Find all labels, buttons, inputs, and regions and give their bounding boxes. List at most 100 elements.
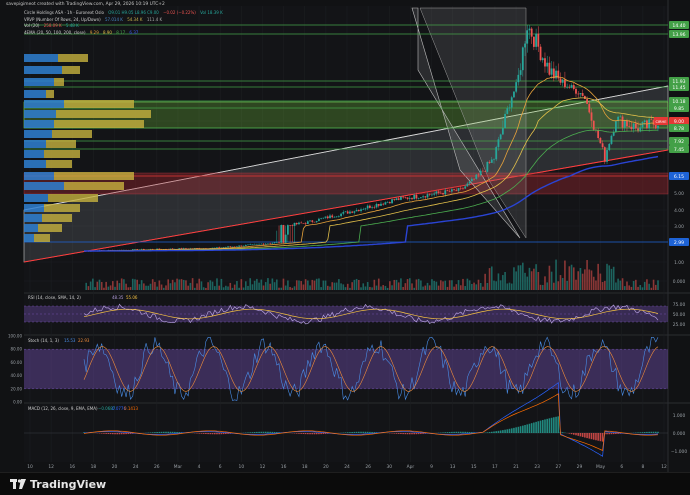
ema-50: 8.90 xyxy=(103,30,112,35)
volume-bar xyxy=(595,280,597,290)
time-axis-tick: 20 xyxy=(323,464,329,470)
volume-bar xyxy=(176,279,178,290)
volume-bar xyxy=(108,287,110,290)
candle-body xyxy=(356,210,358,211)
candle-body xyxy=(613,132,615,136)
volume-bar xyxy=(393,280,395,290)
candle-body xyxy=(322,218,324,219)
chart-canvas[interactable]: 14.4013.9611.9311.4510.189.859.008.787.9… xyxy=(0,0,690,472)
volume-bar xyxy=(644,282,646,290)
macd-histogram-bar xyxy=(398,433,400,434)
candle-body xyxy=(336,216,338,217)
volume-bar xyxy=(577,271,579,290)
candle-body xyxy=(227,246,229,247)
macd-histogram-bar xyxy=(544,419,546,433)
candle-body xyxy=(506,108,508,114)
candle-body xyxy=(509,107,511,108)
volume-bar xyxy=(542,285,544,290)
volume-bar xyxy=(555,260,557,290)
vrvp-bar-up xyxy=(24,214,42,222)
macd-histogram-bar xyxy=(201,433,203,434)
macd-histogram-bar xyxy=(298,433,300,434)
candle-body xyxy=(265,244,267,245)
volume-bar xyxy=(238,288,240,290)
macd-histogram-bar xyxy=(413,433,415,434)
candle-body xyxy=(422,196,424,197)
volume-bar xyxy=(389,281,391,290)
candle-body xyxy=(535,34,537,47)
time-axis-tick: 8 xyxy=(641,464,644,470)
candle-body xyxy=(385,202,387,204)
ema-20: 9.29 xyxy=(90,30,99,35)
volume-bar xyxy=(380,286,382,290)
volume-bar xyxy=(367,282,369,290)
legend-ema-row[interactable]: 4EMA (20, 50, 100, 200, close) 9.29 8.90… xyxy=(24,30,226,37)
volume-bar xyxy=(442,281,444,290)
macd-histogram-bar xyxy=(595,433,597,440)
vrvp-bar-up xyxy=(24,182,64,190)
volume-bar xyxy=(551,272,553,290)
volume-bar xyxy=(287,280,289,290)
macd-signal-value: 0.1413 xyxy=(124,406,138,411)
candle-body xyxy=(334,217,336,218)
volume-bar xyxy=(515,271,517,290)
candle-body xyxy=(571,85,573,88)
candle-body xyxy=(287,225,289,235)
candle-body xyxy=(345,211,347,212)
volume-bar xyxy=(221,279,223,290)
candle-body xyxy=(533,37,535,47)
legend-vrvp-row[interactable]: VRVP (Number Of Rows, 24, Up/Down) 57.01… xyxy=(24,17,226,24)
volume-bar xyxy=(150,284,152,290)
volume-bar xyxy=(139,284,141,290)
volume-bar xyxy=(458,280,460,290)
volume-bar xyxy=(103,288,105,290)
macd-histogram-bar xyxy=(358,432,360,433)
macd-histogram-bar xyxy=(533,423,535,433)
symbol-name: Circle Holdings ASA · 1h · Euronext Oslo xyxy=(24,10,104,15)
volume-bar xyxy=(249,278,251,290)
legend-main-row[interactable]: Circle Holdings ASA · 1h · Euronext Oslo… xyxy=(24,10,226,17)
macd-histogram-bar xyxy=(216,433,218,434)
candle-body xyxy=(478,175,480,176)
macd-histogram-bar xyxy=(150,432,152,433)
candle-body xyxy=(526,30,528,43)
vrvp-bar-up xyxy=(24,224,38,232)
macd-histogram-bar xyxy=(249,432,251,433)
candle-body xyxy=(387,202,389,203)
macd-histogram-bar xyxy=(542,420,544,433)
volume-bar xyxy=(509,283,511,290)
candle-body xyxy=(522,47,524,70)
macd-histogram-bar xyxy=(531,423,533,433)
tradingview-logo[interactable]: TradingView xyxy=(10,478,106,491)
candle-body xyxy=(411,198,413,199)
macd-histogram-bar xyxy=(569,433,571,434)
macd-histogram-bar xyxy=(580,433,582,436)
volume-bar xyxy=(653,280,655,290)
stoch-label: Stoch (14, 1, 3) xyxy=(28,338,59,343)
candle-body xyxy=(376,204,378,207)
price-axis-tick: 1.00 xyxy=(674,260,684,266)
candle-body xyxy=(289,225,291,226)
macd-histogram-bar xyxy=(411,433,413,434)
vrvp-down: 54.34 K xyxy=(127,17,142,22)
candle-body xyxy=(327,217,329,219)
volume-bar xyxy=(145,286,147,290)
volume-bar xyxy=(256,279,258,290)
stoch-axis-tick: 40.00 xyxy=(11,373,23,378)
volume-bar xyxy=(210,280,212,290)
macd-histogram-bar xyxy=(152,432,154,433)
legend-vol-row[interactable]: Vol (20) 258.09 K 5.48 K xyxy=(24,23,226,30)
macd-axis-tick: 1.000 xyxy=(673,413,686,419)
time-axis-tick: 15 xyxy=(471,464,477,470)
time-axis-tick: 16 xyxy=(281,464,287,470)
vrvp-bar-up xyxy=(24,194,48,202)
candle-body xyxy=(396,198,398,200)
volume-bar xyxy=(626,282,628,290)
vrvp-bar-down xyxy=(64,182,124,190)
candle-body xyxy=(300,223,302,224)
volume-bar xyxy=(564,261,566,290)
time-axis-tick: 6 xyxy=(219,464,222,470)
candle-body xyxy=(424,196,426,197)
time-axis-tick: 21 xyxy=(513,464,519,470)
macd-histogram-bar xyxy=(515,427,517,433)
